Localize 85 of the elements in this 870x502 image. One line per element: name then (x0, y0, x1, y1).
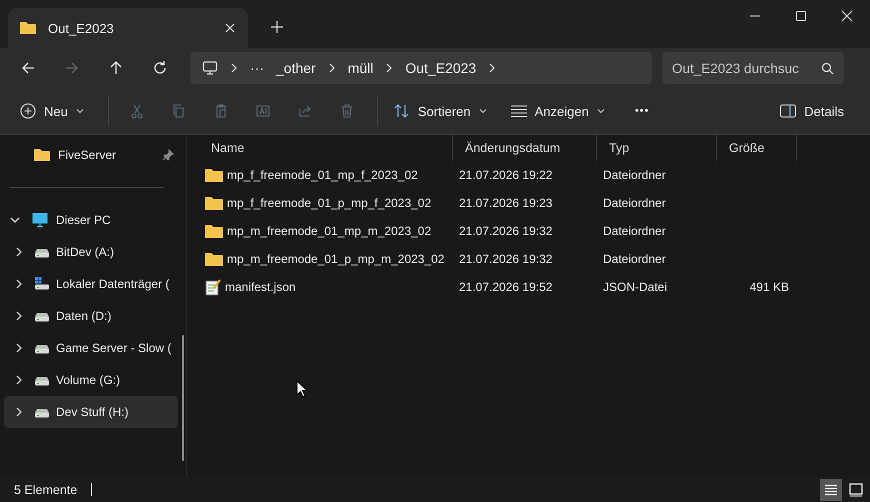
chevron-right-icon[interactable] (14, 311, 24, 321)
sidebar-item[interactable]: Dev Stuff (H:) (4, 396, 178, 428)
details-view-button[interactable] (820, 478, 842, 500)
chevron-right-icon[interactable] (14, 279, 24, 289)
file-name-cell: mp_f_freemode_01_p_mp_f_2023_02 (199, 196, 453, 210)
tab-title: Out_E2023 (48, 20, 115, 36)
chevron-right-icon[interactable] (14, 407, 24, 417)
type-cell-text: Dateiordner (602, 252, 667, 266)
chevron-right-icon[interactable] (14, 247, 24, 257)
sidebar-item[interactable]: FiveServer (4, 139, 178, 171)
type-cell-text: JSON-Datei (602, 280, 668, 294)
computer-icon (32, 212, 48, 228)
caret-icon (596, 108, 605, 114)
chevron-right-icon[interactable] (14, 375, 24, 385)
chevron-icon[interactable] (385, 63, 394, 73)
address-bar[interactable]: ··· _other müll Out_E2023 (190, 52, 652, 84)
new-tab-icon[interactable] (270, 20, 284, 34)
system-drive-icon (34, 277, 50, 291)
maximize-icon[interactable] (795, 10, 807, 22)
file-name-cell: mp_f_freemode_01_mp_f_2023_02 (199, 168, 453, 182)
cursor-icon (296, 380, 308, 398)
sidebar-item[interactable]: BitDev (A:) (4, 236, 178, 268)
column-header[interactable]: Name (199, 135, 453, 161)
type-cell-text: Dateiordner (602, 196, 667, 210)
share-icon (296, 103, 313, 119)
list-icon (824, 482, 838, 496)
date-cell-text: 21.07.2026 19:32 (458, 224, 554, 238)
rename-icon (254, 103, 271, 119)
scissors-icon (128, 103, 145, 119)
details-button[interactable]: Details (772, 98, 852, 124)
folder-icon (205, 224, 223, 238)
item-count: 5 Elemente (14, 482, 78, 496)
breadcrumb-overflow[interactable]: ··· (250, 60, 264, 76)
date-cell-text: 21.07.2026 19:23 (458, 196, 554, 210)
list-icon (510, 104, 527, 118)
column-header[interactable]: Größe (717, 135, 797, 161)
caret-icon (478, 108, 487, 114)
back-icon[interactable] (20, 60, 36, 76)
folder-icon (34, 148, 50, 162)
search-icon (821, 62, 834, 75)
column-header[interactable]: Änderungsdatum (453, 135, 597, 161)
file-name-cell: manifest.json (199, 278, 453, 296)
column-header[interactable]: Typ (597, 135, 717, 161)
sidebar-item[interactable]: Lokaler Datenträger ( (4, 268, 178, 300)
chevron-right-icon[interactable] (14, 343, 24, 353)
sidebar-item[interactable]: Game Server - Slow ( (4, 332, 178, 364)
details-pane-icon (780, 104, 796, 118)
caret-icon (76, 108, 84, 114)
close-icon[interactable] (224, 22, 236, 34)
close-icon[interactable] (841, 10, 853, 22)
tile-icon (849, 482, 863, 496)
plus-circle-icon (20, 103, 36, 119)
sort-button[interactable]: Sortieren (386, 97, 495, 125)
sidebar-item[interactable]: Volume (G:) (4, 364, 178, 396)
notepad-icon (205, 278, 221, 296)
new-button[interactable]: Neu (12, 97, 92, 125)
chevron-icon (230, 63, 238, 73)
more-button[interactable]: ••• (626, 99, 658, 123)
type-cell-text: Dateiordner (602, 224, 667, 238)
up-icon[interactable] (108, 60, 124, 76)
view-button[interactable]: Anzeigen (502, 98, 613, 124)
chevron-icon[interactable] (328, 63, 336, 73)
date-cell-text: 21.07.2026 19:52 (458, 280, 554, 294)
breadcrumb-item[interactable]: müll (348, 60, 374, 76)
file-name-cell: mp_m_freemode_01_p_mp_m_2023_02 (199, 252, 453, 266)
chevron-down-icon[interactable] (10, 215, 20, 225)
breadcrumb-item[interactable]: Out_E2023 (405, 60, 476, 76)
folder-icon (205, 252, 223, 266)
sort-icon (394, 103, 410, 119)
breadcrumb-item[interactable]: _other (276, 60, 316, 76)
type-cell-text: Dateiordner (602, 168, 667, 182)
sidebar-item[interactable]: Daten (D:) (4, 300, 178, 332)
size-cell-text: 491 KB (748, 280, 790, 294)
file-name-cell: mp_m_freemode_01_mp_m_2023_02 (199, 224, 453, 238)
date-cell-text: 21.07.2026 19:32 (458, 252, 554, 266)
monitor-icon (202, 60, 218, 76)
folder-icon (205, 196, 223, 210)
refresh-icon[interactable] (152, 60, 168, 76)
folder-icon (205, 168, 223, 182)
date-cell-text: 21.07.2026 19:22 (458, 168, 554, 182)
folder-icon (20, 21, 36, 35)
search-field[interactable]: Out_E2023 durchsuc (662, 52, 844, 84)
window-tab[interactable]: Out_E2023 (8, 8, 248, 48)
chevron-icon[interactable] (488, 63, 496, 73)
sidebar-item[interactable]: Dieser PC (4, 204, 178, 236)
